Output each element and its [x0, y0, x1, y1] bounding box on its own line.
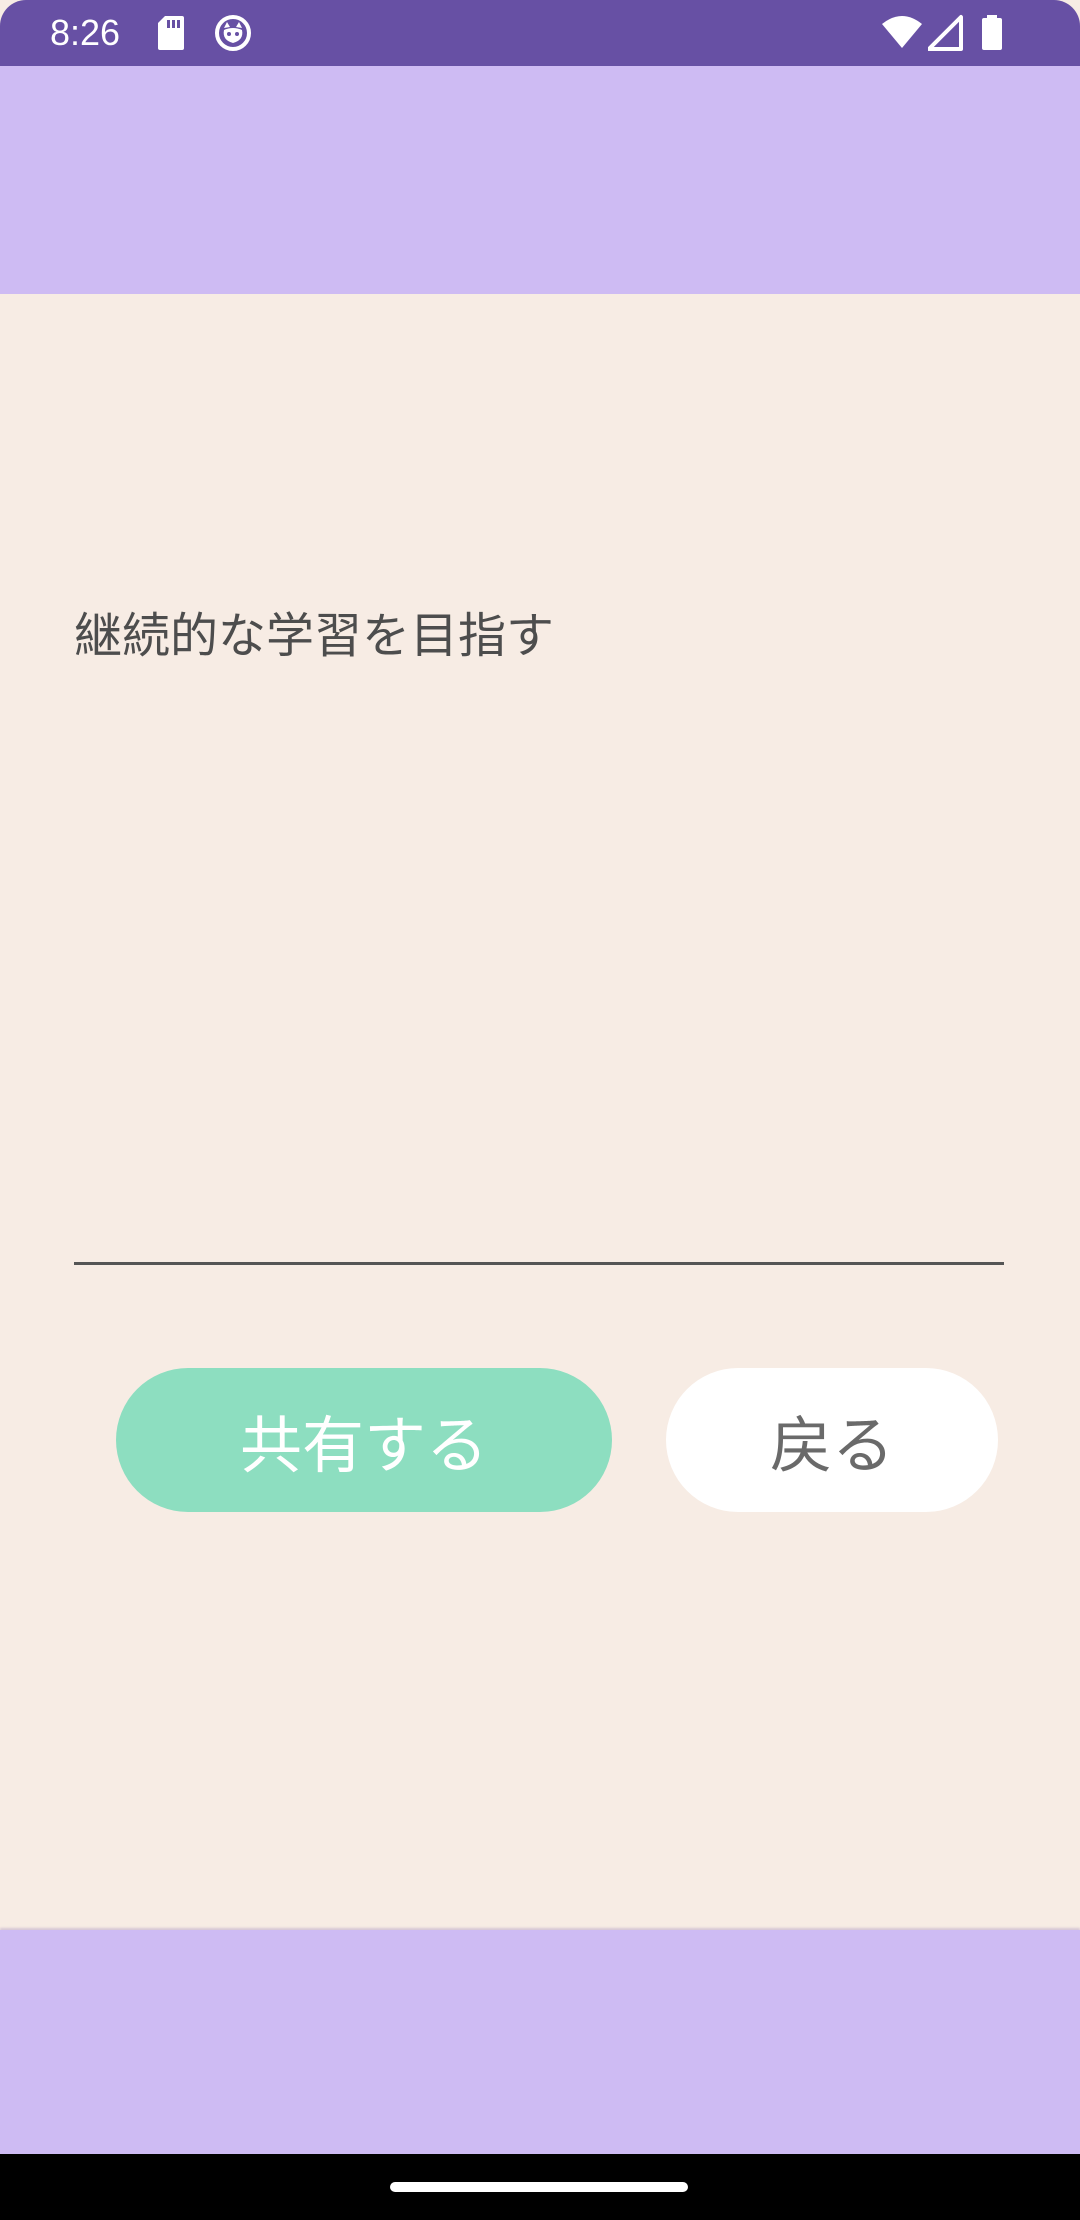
share-button[interactable]: 共有する	[116, 1368, 612, 1512]
home-indicator[interactable]	[390, 2182, 688, 2192]
goal-text: 継続的な学習を目指す	[74, 608, 555, 664]
signal-icon	[928, 15, 963, 51]
text-input-underline[interactable]	[74, 1262, 1004, 1265]
status-time: 8:26	[50, 12, 121, 53]
top-app-bar	[0, 66, 1080, 294]
wifi-icon	[882, 16, 922, 48]
sd-card-icon	[158, 16, 184, 50]
status-bar: 8:26	[0, 0, 1080, 66]
bottom-app-bar	[0, 1930, 1080, 2154]
cat-face-icon	[215, 15, 251, 51]
navigation-bar	[0, 2154, 1080, 2220]
main-content	[0, 294, 1080, 1930]
battery-icon	[982, 15, 1002, 50]
back-button[interactable]: 戻る	[666, 1368, 998, 1512]
